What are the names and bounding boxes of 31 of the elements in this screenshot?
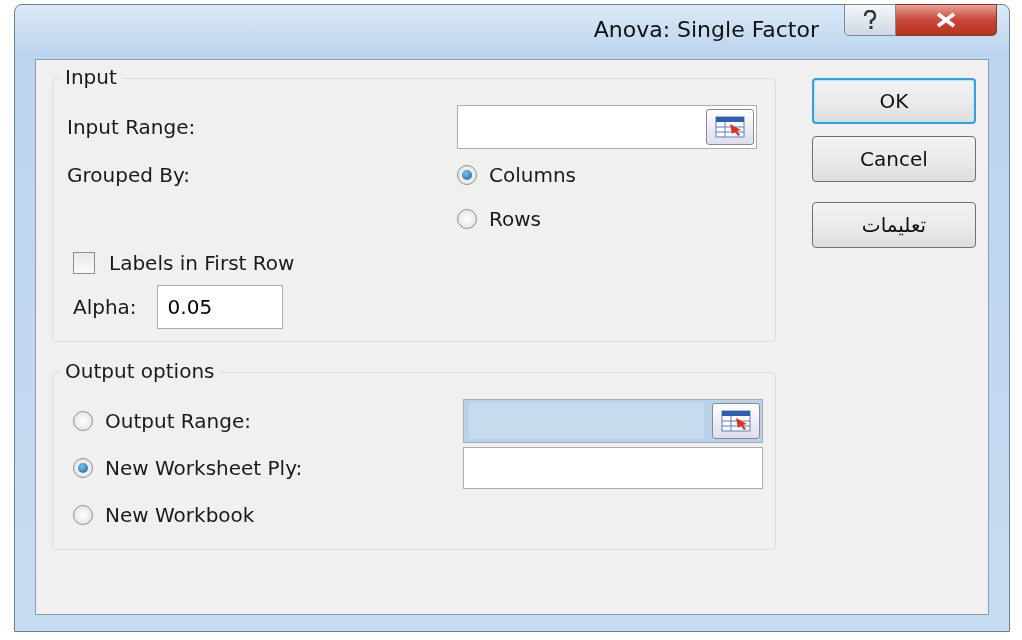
dialog-button[interactable]: Cancel bbox=[812, 136, 976, 182]
range-select-button[interactable] bbox=[712, 403, 760, 439]
option-label: New Workbook bbox=[105, 503, 255, 527]
range-select-button[interactable] bbox=[706, 109, 754, 145]
checkbox[interactable] bbox=[73, 252, 95, 274]
alpha-field[interactable]: 0.05 bbox=[156, 285, 283, 329]
radio-button[interactable] bbox=[457, 209, 477, 229]
dialog-button[interactable]: تعليمات bbox=[812, 202, 976, 248]
checkbox-label: Labels in First Row bbox=[109, 251, 295, 275]
close-icon bbox=[935, 12, 957, 28]
option-label: New Worksheet Ply: bbox=[105, 456, 303, 480]
field-label: Alpha: bbox=[73, 295, 137, 319]
option-label: Output Range: bbox=[105, 409, 251, 433]
radio-button[interactable] bbox=[73, 505, 93, 525]
close-button[interactable] bbox=[896, 4, 997, 36]
output-range-field[interactable] bbox=[463, 399, 763, 443]
worksheet-name-field[interactable] bbox=[463, 447, 763, 489]
input-range-field[interactable] bbox=[457, 105, 757, 149]
radio-button[interactable] bbox=[73, 411, 93, 431]
dialog-button[interactable]: OK bbox=[812, 78, 976, 124]
window-title: Anova: Single Factor bbox=[593, 16, 819, 42]
range-select-icon bbox=[715, 116, 745, 138]
radio-button[interactable] bbox=[73, 458, 93, 478]
option-label: Columns bbox=[489, 163, 576, 187]
radio-button[interactable] bbox=[457, 165, 477, 185]
range-select-icon bbox=[721, 410, 751, 432]
field-label: Grouped By: bbox=[67, 163, 192, 187]
help-button[interactable] bbox=[844, 4, 896, 36]
field-label: Input Range: bbox=[67, 115, 197, 139]
option-label: Rows bbox=[489, 207, 541, 231]
help-icon bbox=[863, 10, 877, 30]
